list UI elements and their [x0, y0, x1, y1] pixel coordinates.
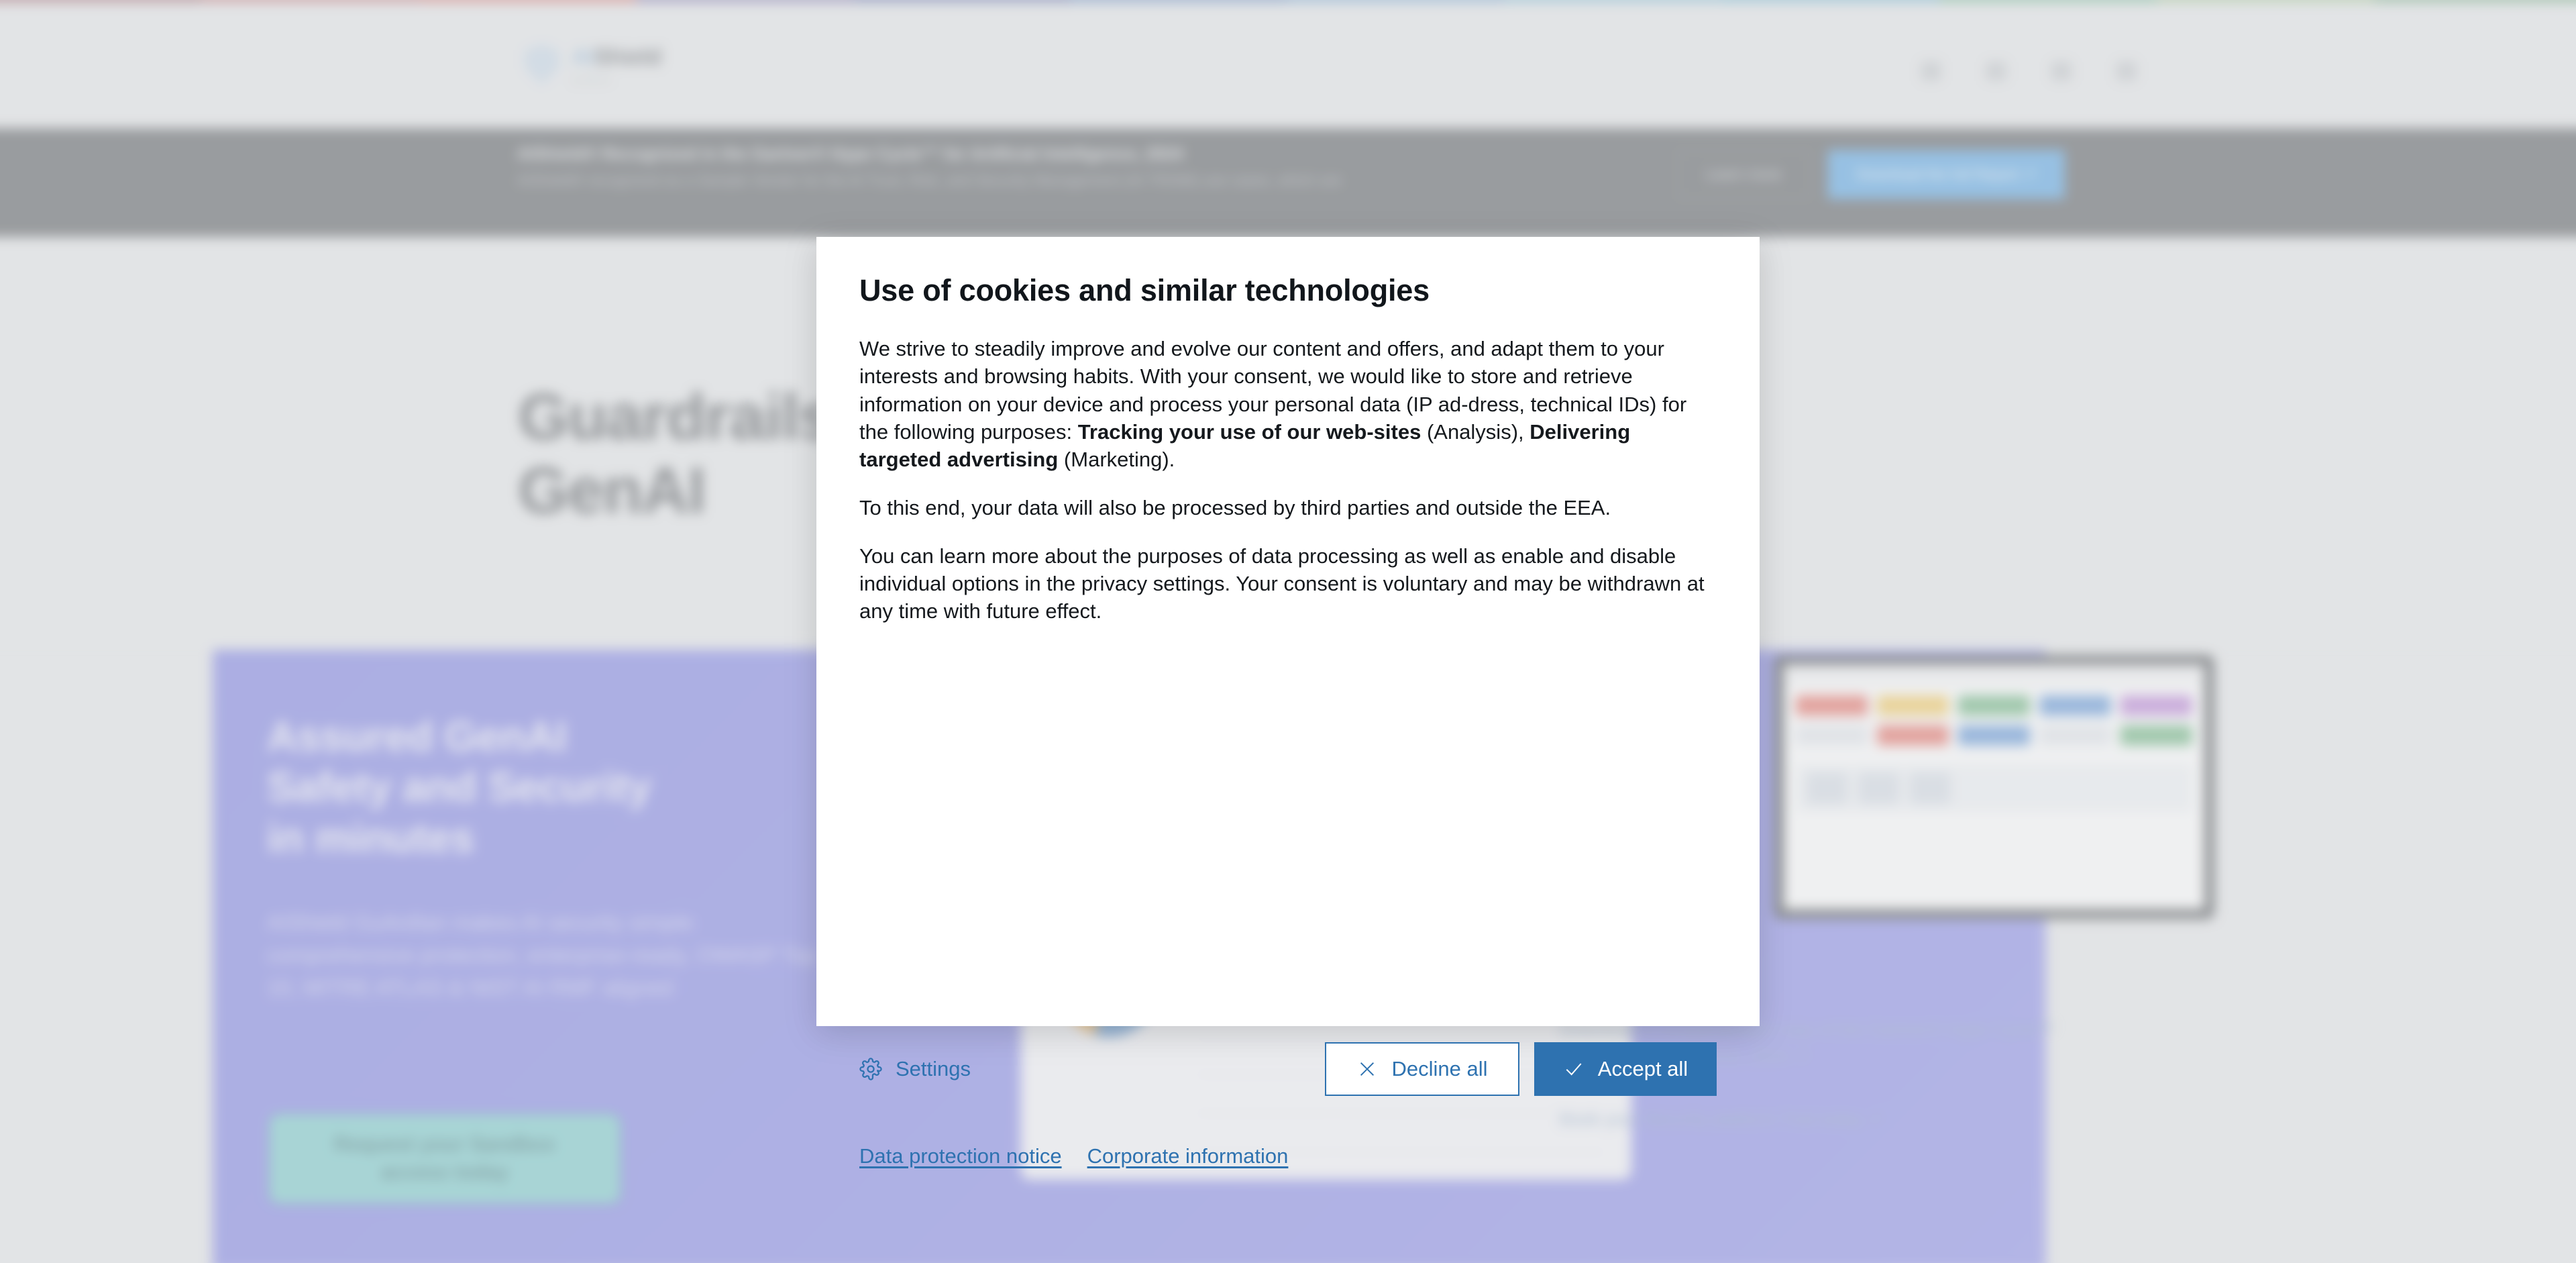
dialog-paragraph-1: We strive to steadily improve and evolve…	[859, 335, 1717, 473]
dialog-title: Use of cookies and similar technologies	[859, 273, 1430, 307]
cookie-consent-dialog: Use of cookies and similar technologies …	[816, 237, 1760, 1168]
dialog-footer-links: Data protection notice Corporate informa…	[859, 1144, 1288, 1168]
accept-all-label: Accept all	[1597, 1057, 1688, 1080]
close-x-icon	[1356, 1058, 1378, 1080]
consent-buttons: Decline all Accept all	[1325, 1042, 1717, 1096]
p1-part-c: (Marketing).	[1058, 448, 1175, 472]
decline-all-button[interactable]: Decline all	[1325, 1042, 1519, 1096]
data-protection-notice-link[interactable]: Data protection notice	[859, 1144, 1062, 1168]
check-icon	[1563, 1058, 1585, 1080]
decline-all-label: Decline all	[1391, 1057, 1488, 1080]
corporate-information-link[interactable]: Corporate information	[1087, 1144, 1289, 1168]
settings-button-label: Settings	[896, 1057, 971, 1080]
dialog-body: We strive to steadily improve and evolve…	[859, 335, 1717, 625]
gear-icon	[859, 1058, 882, 1080]
dialog-paragraph-3: You can learn more about the purposes of…	[859, 544, 1705, 623]
screen: AIShield by Bosch AIShield® Recognized i…	[0, 0, 2576, 1263]
dialog-paragraph-2: To this end, your data will also be proc…	[859, 496, 1611, 520]
p1-part-b: (Analysis),	[1421, 419, 1530, 444]
p1-bold-tracking: Tracking your use of our web‑sites	[1077, 419, 1421, 444]
accept-all-button[interactable]: Accept all	[1534, 1042, 1717, 1096]
settings-button[interactable]: Settings	[859, 1057, 971, 1081]
